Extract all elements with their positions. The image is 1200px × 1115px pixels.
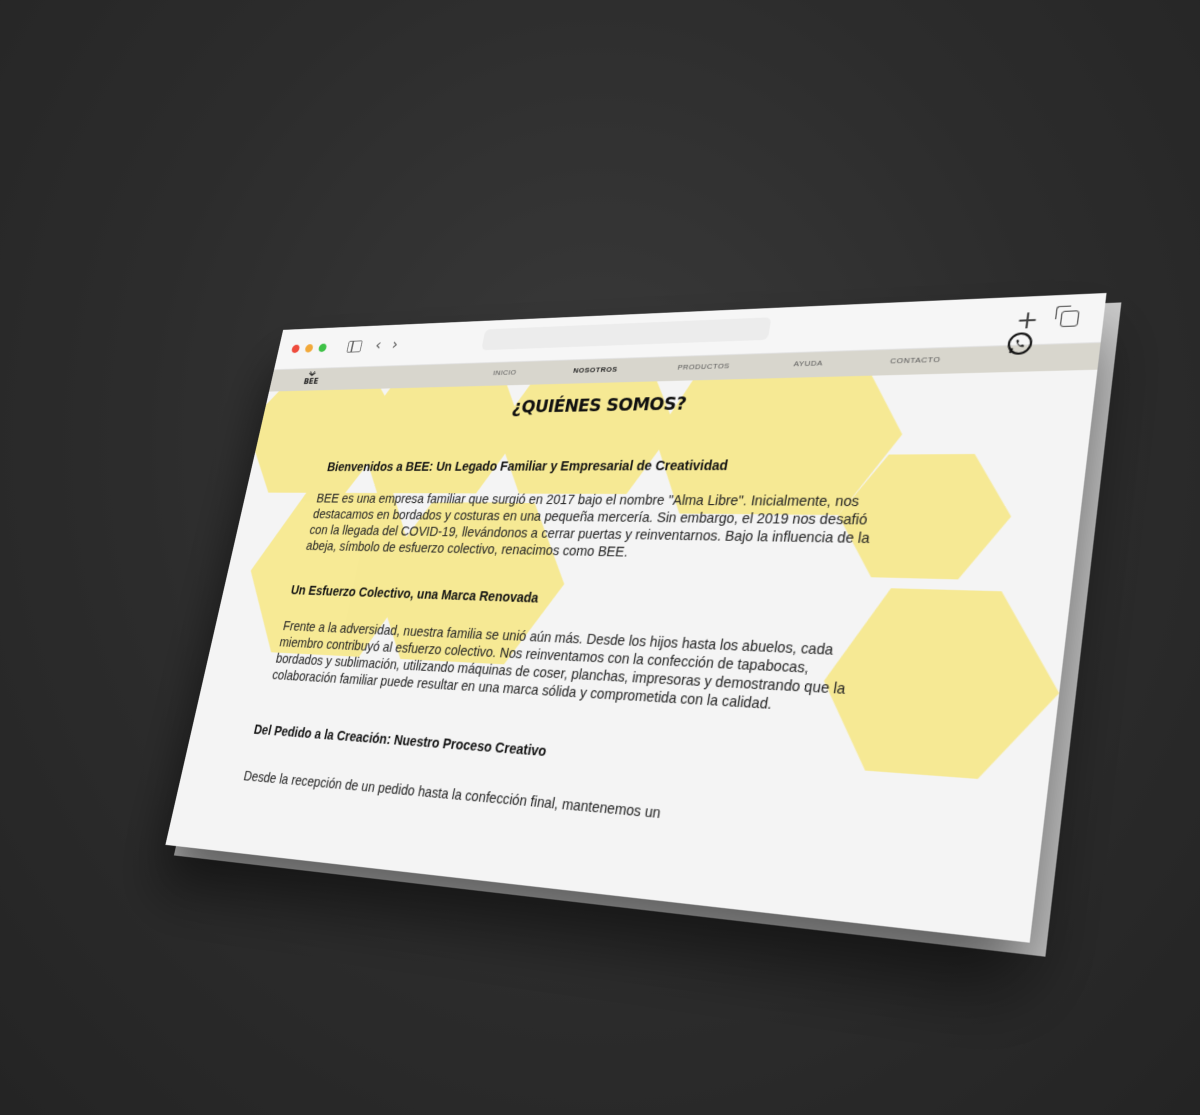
mockup-scene: ‹ › + BEE INICIO NOSOTROS PRODUCTOS AYUD… xyxy=(0,0,1200,1115)
minimize-window-button[interactable] xyxy=(304,344,314,353)
plus-icon[interactable]: + xyxy=(1014,306,1040,335)
about-section: ¿QUIÉNES SOMOS? Bienvenidos a BEE: Un Le… xyxy=(165,369,1098,943)
site-logo[interactable]: BEE xyxy=(300,370,321,390)
browser-actions: + xyxy=(1014,306,1080,335)
browser-window: ‹ › + BEE INICIO NOSOTROS PRODUCTOS AYUD… xyxy=(165,292,1107,943)
nav-nosotros[interactable]: NOSOTROS xyxy=(573,365,619,374)
sidebar-toggle-icon[interactable] xyxy=(346,340,363,353)
maximize-window-button[interactable] xyxy=(317,343,328,353)
logo-text: BEE xyxy=(302,377,320,387)
tabs-icon[interactable] xyxy=(1059,310,1080,328)
whatsapp-icon[interactable] xyxy=(1005,331,1035,356)
chevron-left-icon[interactable]: ‹ xyxy=(374,336,383,354)
chevron-right-icon[interactable]: › xyxy=(390,336,399,354)
section-paragraph-welcome: BEE es una empresa familiar que surgió e… xyxy=(304,491,871,561)
window-controls xyxy=(290,343,328,354)
close-window-button[interactable] xyxy=(290,344,301,354)
section-heading-welcome: Bienvenidos a BEE: Un Legado Familiar y … xyxy=(326,457,730,474)
address-bar[interactable] xyxy=(481,317,772,351)
nav-inicio[interactable]: INICIO xyxy=(492,368,517,377)
nav-contacto[interactable]: CONTACTO xyxy=(889,355,941,365)
nav-productos[interactable]: PRODUCTOS xyxy=(677,362,731,372)
nav-ayuda[interactable]: AYUDA xyxy=(793,359,824,369)
